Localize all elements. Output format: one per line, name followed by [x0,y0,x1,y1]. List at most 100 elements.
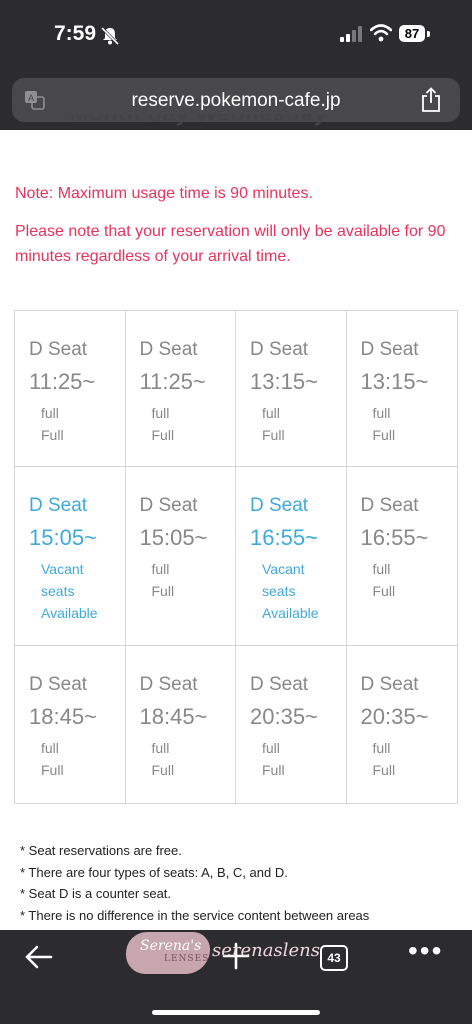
slot-status-line2: Full [151,427,175,443]
slot-status-line2: Full [151,583,175,599]
time-slot-full: D Seat 18:45~ full Full [15,646,126,803]
time-slot-full: D Seat 20:35~ full Full [236,646,347,803]
time-slot-full: D Seat 11:25~ full Full [125,311,236,467]
slot-time: 20:35~ [360,704,429,729]
slot-status-line1: full [262,405,280,421]
status-bar: 7:59 87 [0,0,472,72]
slot-status-line2: Full [41,762,64,778]
watermark-lenses: LENSES [164,954,210,964]
slot-seat-label: D Seat [29,495,88,516]
date-heading-cutoff: Month day Wednesday [70,114,430,136]
date-heading-text: Month day Wednesday [70,114,327,126]
slot-status-line2: Full [151,762,175,778]
slot-seat-label: D Seat [250,674,309,695]
slot-time: 18:45~ [29,704,97,729]
slot-status-line1: full [262,740,280,756]
slot-time: 13:15~ [360,369,429,394]
slot-status-line1: Vacant seats [262,561,305,599]
slot-status: Vacant seats Available [41,558,131,624]
footnote-line: * There are four types of seats: A, B, C… [20,864,288,880]
slot-seat-label: D Seat [29,674,88,695]
new-tab-plus-icon[interactable] [222,942,250,970]
slot-time: 15:05~ [29,525,97,550]
back-arrow-icon[interactable] [24,944,54,970]
slot-status-line1: full [151,561,170,577]
slot-status: full Full [373,737,463,781]
slot-status: full Full [41,737,131,781]
slot-status: Vacant seats Available [262,558,352,624]
slot-status-line2: Full [262,762,285,778]
browser-toolbar: 43 ••• Serena's LENSES serenaslens [0,930,472,1024]
more-options-icon[interactable]: ••• [408,937,441,966]
slot-seat-label: D Seat [139,674,198,695]
slot-status: full Full [41,402,131,446]
watermark-blob [126,932,210,974]
slot-status-line1: full [41,740,59,756]
time-slot-available[interactable]: D Seat 15:05~ Vacant seats Available [15,467,126,646]
slot-status: full Full [152,402,242,446]
slot-status: full Full [373,558,463,602]
slot-seat-label: D Seat [360,674,419,695]
signal-icon [340,26,362,42]
footnote-line: * There is no difference in the service … [20,907,370,923]
time-slot-full: D Seat 18:45~ full Full [126,646,236,803]
slot-status-line1: full [372,405,391,421]
slot-time: 16:55~ [360,525,429,550]
slot-seat-label: D Seat [360,495,419,516]
slot-status-line2: Full [262,427,285,443]
slot-time: 15:05~ [139,525,208,550]
battery-tip [427,31,430,37]
time-slot-full: D Seat 13:15~ full Full [236,311,347,467]
slot-seat-label: D Seat [250,339,309,360]
slot-status-line1: full [151,740,170,756]
slot-seat-label: D Seat [139,495,198,516]
slot-status-line2: Full [372,427,396,443]
slot-time: 16:55~ [250,525,318,550]
slot-status-line1: full [151,405,170,421]
footnote-line: * Seat D is a counter seat. [20,886,172,901]
footnotes: * Seat reservations are free. * There are… [20,840,369,926]
slot-status: full Full [152,558,242,602]
slot-seat-label: D Seat [139,339,198,360]
slot-time: 11:25~ [139,369,206,394]
slot-status-line1: full [41,405,59,421]
slot-status-line1: Vacant seats [41,561,84,599]
home-indicator [152,1010,320,1015]
slot-status: full Full [152,737,242,781]
time-slot-full: D Seat 20:35~ full Full [347,646,458,803]
slot-status-line1: full [372,740,391,756]
slot-time: 11:25~ [29,369,96,394]
time-slot-full: D Seat 13:15~ full Full [346,311,457,467]
slot-status-line2: Available [41,605,98,621]
slot-status-line2: Full [41,427,64,443]
slot-time: 18:45~ [139,704,208,729]
slot-seat-label: D Seat [29,339,88,360]
note-max-time: Note: Maximum usage time is 90 minutes. [15,185,313,202]
time-slot-full: D Seat 15:05~ full Full [125,467,236,646]
battery-icon: 87 [399,25,425,42]
note-arrival: Please note that your reservation will o… [15,223,446,265]
url-text[interactable]: reserve.pokemon-cafe.jp [12,90,460,112]
slot-status: full Full [373,402,463,446]
bell-muted-icon [100,26,120,46]
slot-status-line2: Full [372,583,396,599]
slot-time: 13:15~ [250,369,318,394]
wifi-icon [370,24,392,42]
slot-status: full Full [262,737,352,781]
time-slot-grid: D Seat 11:25~ full Full D Seat 11:25~ full Full… [14,310,458,804]
slot-seat-label: D Seat [360,339,419,360]
footnote-line: * Seat reservations are free. [20,843,182,858]
slot-status-line2: Available [262,605,319,621]
share-icon[interactable] [420,87,442,113]
time-slot-full: D Seat 16:55~ full Full [346,467,457,646]
time-slot-full: D Seat 11:25~ full Full [15,311,126,467]
slot-status-line2: Full [372,762,396,778]
watermark-script: Serena's [140,938,202,954]
slot-status-line1: full [372,561,391,577]
time-slot-available[interactable]: D Seat 16:55~ Vacant seats Available [236,467,347,646]
slot-time: 20:35~ [250,704,318,729]
slot-seat-label: D Seat [250,495,309,516]
tabs-count-icon[interactable]: 43 [320,945,348,971]
status-time: 7:59 [54,22,97,45]
slot-status: full Full [262,402,352,446]
